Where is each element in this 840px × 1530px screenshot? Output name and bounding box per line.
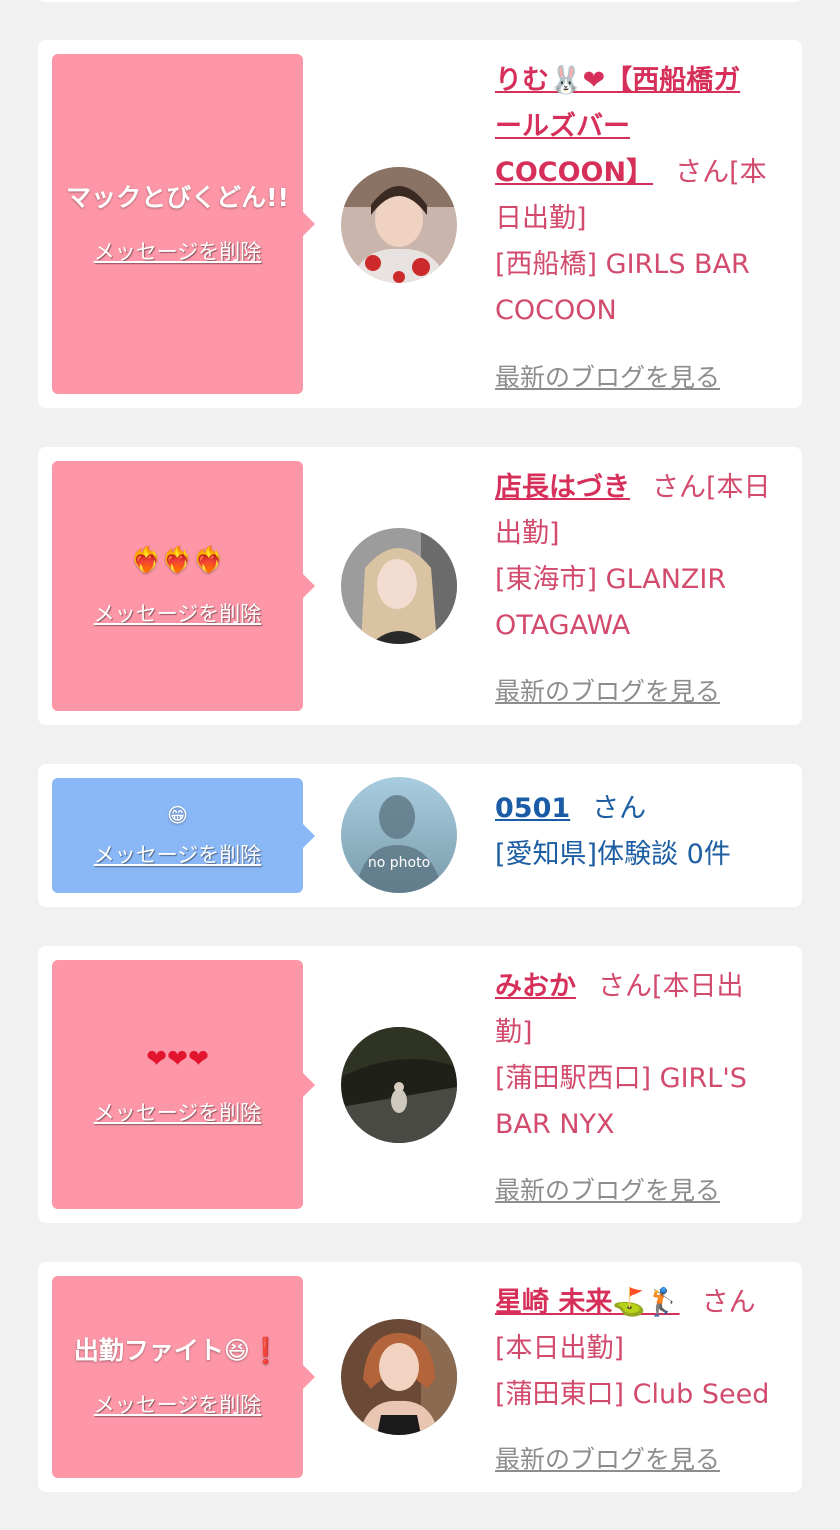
avatar-photo (341, 167, 457, 283)
message-text: ❤‍🔥❤‍🔥❤‍🔥 (130, 545, 225, 574)
san-label: さん[本日出 (598, 971, 744, 1002)
delete-message-link[interactable]: メッセージを削除 (94, 236, 262, 266)
message-card: ❤‍🔥❤‍🔥❤‍🔥 メッセージを削除 店長はづき さん[本日 出勤] [東海市] … (38, 447, 802, 725)
message-bubble: 出勤ファイト😆❗ メッセージを削除 (52, 1276, 315, 1478)
san-label: さん[本 (675, 157, 767, 188)
user-info: りむ🐰❤【西船橋ガ ールズバー COCOON】 さん[本 日出勤] [西船橋] G… (495, 58, 788, 334)
san-label: さん (701, 1287, 756, 1318)
user-name-link[interactable]: りむ🐰❤【西船橋ガ (495, 58, 788, 104)
user-info: 店長はづき さん[本日 出勤] [東海市] GLANZIR OTAGAWA (495, 465, 788, 649)
user-info: 星崎 未来⛳🏌 さん [本日出勤] [蒲田東口] Club Seed (495, 1280, 788, 1418)
message-text: 😁 (167, 802, 188, 827)
user-name-link[interactable]: 店長はづき (495, 472, 630, 503)
status-text: 出勤] (495, 518, 560, 549)
message-bubble: ❤❤❤ メッセージを削除 (52, 960, 315, 1209)
message-card: ❤❤❤ メッセージを削除 みおか さん[本日出 勤] [蒲田駅西口] GIRL'S… (38, 946, 802, 1223)
no-photo-label: no photo (368, 855, 430, 871)
latest-blog-link[interactable]: 最新のブログを見る (495, 672, 720, 708)
latest-blog-link[interactable]: 最新のブログを見る (495, 1171, 720, 1207)
message-text: ❤❤❤ (146, 1043, 209, 1073)
delete-message-link[interactable]: メッセージを削除 (94, 839, 262, 869)
avatar-photo (341, 1027, 457, 1143)
avatar[interactable] (341, 1319, 457, 1435)
delete-message-link[interactable]: メッセージを削除 (94, 598, 262, 628)
san-label: さん (592, 793, 647, 824)
latest-blog-link[interactable]: 最新のブログを見る (495, 1440, 720, 1476)
user-name-link[interactable]: みおか (495, 971, 576, 1002)
shop-line-1: [東海市] GLANZIR (495, 564, 727, 595)
status-text: [本日出勤] (495, 1333, 625, 1364)
message-card: 出勤ファイト😆❗ メッセージを削除 星崎 未来⛳🏌 さん [本日出勤] [蒲田東口… (38, 1262, 802, 1492)
user-name-link[interactable]: 0501 (495, 793, 570, 824)
shop-line-2: COCOON (495, 295, 617, 326)
latest-blog-link[interactable]: 最新のブログを見る (495, 358, 720, 394)
user-name-link[interactable]: 星崎 未来⛳🏌 (495, 1287, 680, 1318)
user-info: 0501 さん [愛知県]体験談 0件 (495, 786, 788, 878)
delete-message-link[interactable]: メッセージを削除 (94, 1097, 262, 1127)
shop-line-2: OTAGAWA (495, 610, 631, 641)
message-bubble: ❤‍🔥❤‍🔥❤‍🔥 メッセージを削除 (52, 461, 315, 711)
san-label: さん[本日 (652, 472, 771, 503)
message-bubble: 😁 メッセージを削除 (52, 778, 315, 893)
avatar-photo (341, 528, 457, 644)
message-text: 出勤ファイト😆❗ (73, 1336, 282, 1365)
message-list-page: マックとびくどん!! メッセージを削除 りむ🐰❤【西船橋ガ ールズバー COCO… (0, 0, 840, 1530)
avatar-photo (341, 1319, 457, 1435)
delete-message-link[interactable]: メッセージを削除 (94, 1389, 262, 1419)
shop-line-1: [蒲田東口] Club Seed (495, 1379, 770, 1410)
previous-card-edge (38, 0, 802, 2)
status-text: 日出勤] (495, 203, 587, 234)
message-card: マックとびくどん!! メッセージを削除 りむ🐰❤【西船橋ガ ールズバー COCO… (38, 40, 802, 408)
message-text: マックとびくどん!! (66, 183, 289, 212)
status-text: 勤] (495, 1017, 533, 1048)
avatar[interactable] (341, 1027, 457, 1143)
avatar[interactable]: no photo (341, 777, 457, 893)
name-line-2[interactable]: ールズバー (495, 111, 630, 142)
name-line-3[interactable]: COCOON】 (495, 157, 653, 188)
shop-line-2: BAR NYX (495, 1109, 615, 1140)
avatar[interactable] (341, 167, 457, 283)
message-bubble: マックとびくどん!! メッセージを削除 (52, 54, 315, 394)
message-card: 😁 メッセージを削除 no photo 0501 さん [愛知県]体験談 0件 (38, 764, 802, 907)
avatar[interactable] (341, 528, 457, 644)
shop-line-1: [愛知県]体験談 0件 (495, 839, 731, 870)
shop-line-1: [西船橋] GIRLS BAR (495, 249, 750, 280)
user-info: みおか さん[本日出 勤] [蒲田駅西口] GIRL'S BAR NYX (495, 964, 788, 1148)
shop-line-1: [蒲田駅西口] GIRL'S (495, 1063, 747, 1094)
name-line-1[interactable]: りむ🐰❤【西船橋ガ (495, 65, 740, 96)
no-photo-avatar: no photo (341, 777, 457, 893)
